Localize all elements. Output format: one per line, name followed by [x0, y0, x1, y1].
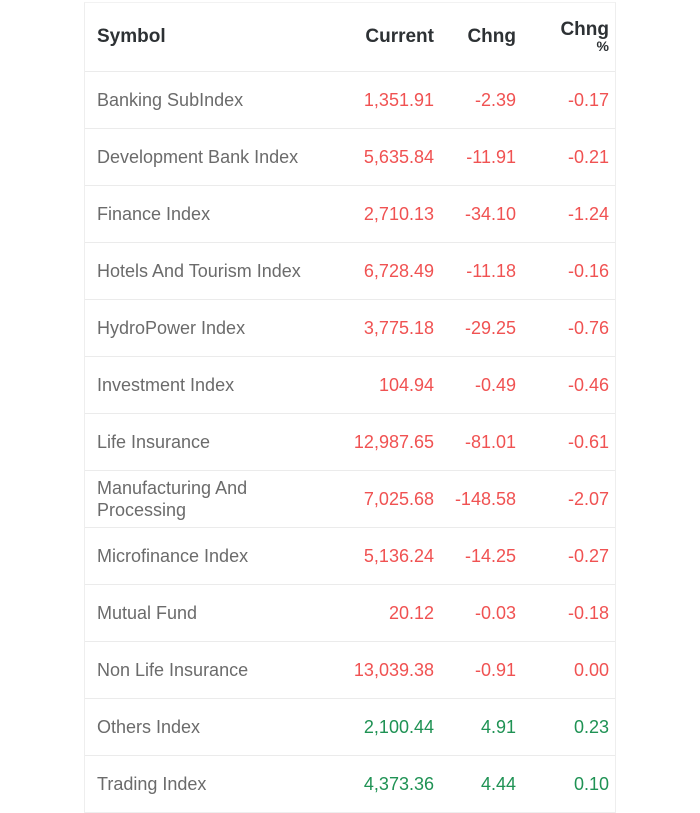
cell-symbol[interactable]: HydroPower Index	[85, 300, 337, 357]
cell-chng-percent: -2.07	[567, 488, 609, 509]
table-row[interactable]: Mutual Fund 20.12 -0.03 -0.18	[85, 584, 615, 642]
cell-symbol[interactable]: Manufacturing And Processing	[85, 471, 337, 528]
cell-current: 5,635.84	[363, 146, 434, 167]
cell-current: 4,373.36	[363, 773, 434, 794]
cell-current: 7,025.68	[363, 488, 434, 509]
cell-symbol[interactable]: Non Life Insurance	[85, 642, 337, 699]
cell-symbol[interactable]: Banking SubIndex	[85, 72, 337, 129]
cell-current: 2,710.13	[363, 203, 434, 224]
market-index-table-card: Symbol Current Chng Chng % Banking SubIn…	[84, 2, 616, 813]
column-header-chng-percent-label: Chng	[560, 19, 609, 41]
cell-chng: -0.03	[474, 602, 516, 623]
cell-current: 20.12	[388, 602, 434, 623]
table-row[interactable]: Microfinance Index 5,136.24 -14.25 -0.27	[85, 527, 615, 585]
cell-symbol[interactable]: Hotels And Tourism Index	[85, 243, 337, 300]
cell-current: 5,136.24	[363, 545, 434, 566]
cell-symbol[interactable]: Development Bank Index	[85, 129, 337, 186]
cell-chng: -11.91	[466, 146, 516, 167]
column-header-symbol[interactable]: Symbol	[85, 3, 337, 72]
cell-current: 1,351.91	[363, 89, 434, 110]
table-row[interactable]: Trading Index 4,373.36 4.44 0.10	[85, 755, 615, 813]
cell-chng-percent: -0.18	[567, 602, 609, 623]
cell-chng: -11.18	[466, 260, 516, 281]
cell-chng-percent: -0.17	[567, 89, 609, 110]
cell-current: 2,100.44	[363, 716, 434, 737]
cell-chng-percent: -1.24	[567, 203, 609, 224]
cell-symbol[interactable]: Others Index	[85, 699, 337, 756]
market-index-table: Symbol Current Chng Chng % Banking SubIn…	[85, 3, 615, 812]
cell-chng-percent: 0.00	[573, 659, 609, 680]
cell-chng: 4.91	[480, 716, 516, 737]
column-header-current[interactable]: Current	[337, 3, 442, 72]
table-row[interactable]: Non Life Insurance 13,039.38 -0.91 0.00	[85, 641, 615, 699]
table-row[interactable]: Manufacturing And Processing 7,025.68 -148…	[85, 470, 615, 528]
cell-chng-percent: 0.10	[573, 773, 609, 794]
cell-chng-percent: 0.23	[573, 716, 609, 737]
cell-chng: -14.25	[464, 545, 516, 566]
table-header: Symbol Current Chng Chng %	[85, 3, 615, 72]
cell-chng-percent: -0.76	[567, 317, 609, 338]
cell-symbol[interactable]: Mutual Fund	[85, 585, 337, 642]
cell-chng: 4.44	[480, 773, 516, 794]
cell-chng: -148.58	[454, 488, 516, 509]
cell-chng: -29.25	[464, 317, 516, 338]
cell-chng-percent: -0.61	[567, 431, 609, 452]
cell-current: 13,039.38	[353, 659, 434, 680]
cell-chng: -0.91	[474, 659, 516, 680]
table-body: Banking SubIndex 1,351.91 -2.39 -0.17 Develo…	[85, 72, 615, 813]
cell-symbol[interactable]: Finance Index	[85, 186, 337, 243]
table-row[interactable]: Development Bank Index 5,635.84 -11.91 -0.2…	[85, 128, 615, 186]
table-row[interactable]: Banking SubIndex 1,351.91 -2.39 -0.17	[85, 72, 615, 129]
column-header-chng-percent[interactable]: Chng %	[524, 3, 615, 72]
cell-symbol[interactable]: Investment Index	[85, 357, 337, 414]
column-header-chng[interactable]: Chng	[442, 3, 524, 72]
cell-symbol[interactable]: Trading Index	[85, 756, 337, 813]
cell-chng: -2.39	[474, 89, 516, 110]
column-header-chng-percent-symbol: %	[596, 38, 609, 55]
cell-chng-percent: -0.16	[567, 260, 609, 281]
table-row[interactable]: Others Index 2,100.44 4.91 0.23	[85, 698, 615, 756]
table-row[interactable]: Finance Index 2,710.13 -34.10 -1.24	[85, 185, 615, 243]
table-row[interactable]: Life Insurance 12,987.65 -81.01 -0.61	[85, 413, 615, 471]
table-row[interactable]: HydroPower Index 3,775.18 -29.25 -0.76	[85, 299, 615, 357]
cell-chng: -81.01	[464, 431, 516, 452]
cell-current: 104.94	[378, 374, 434, 395]
cell-current: 12,987.65	[353, 431, 434, 452]
cell-chng: -34.10	[464, 203, 516, 224]
cell-chng-percent: -0.27	[567, 545, 609, 566]
table-row[interactable]: Investment Index 104.94 -0.49 -0.46	[85, 356, 615, 414]
cell-current: 3,775.18	[363, 317, 434, 338]
cell-current: 6,728.49	[363, 260, 434, 281]
cell-symbol[interactable]: Microfinance Index	[85, 528, 337, 585]
cell-chng-percent: -0.46	[567, 374, 609, 395]
cell-chng: -0.49	[474, 374, 516, 395]
table-row[interactable]: Hotels And Tourism Index 6,728.49 -11.18 -0…	[85, 242, 615, 300]
cell-chng-percent: -0.21	[567, 146, 609, 167]
table-header-row: Symbol Current Chng Chng %	[85, 3, 615, 72]
cell-symbol[interactable]: Life Insurance	[85, 414, 337, 471]
